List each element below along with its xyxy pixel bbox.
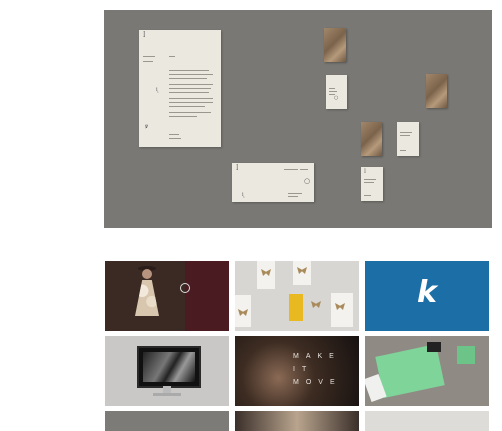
envelope-ring-icon: ○	[304, 177, 311, 185]
green-box	[457, 346, 475, 364]
k-logo-icon: k	[417, 275, 437, 310]
tile-k-logo[interactable]: k	[365, 261, 489, 331]
business-card-back-3	[361, 122, 382, 156]
monitor-icon	[137, 346, 201, 388]
envelope-logo-icon: ꟾ	[236, 165, 239, 172]
butterfly-icon	[311, 301, 321, 308]
envelope: ꟾ ○ ᶖ	[232, 163, 314, 202]
ring-icon	[180, 283, 190, 293]
tile-desktop-monitor[interactable]	[105, 336, 229, 406]
tile-make-it-move[interactable]: MAKE IT MOVE	[235, 336, 359, 406]
tile-partial-3[interactable]	[365, 411, 489, 431]
tile-butterfly-prints[interactable]	[235, 261, 359, 331]
tile-green-stationery[interactable]	[365, 336, 489, 406]
tile-partial-2[interactable]	[235, 411, 359, 431]
tile-portrait-dress[interactable]	[105, 261, 229, 331]
business-card-front-1: ○	[326, 75, 347, 109]
hero-image-stationery[interactable]: ꟾ ᶖ ꝟ ꟾ ○ ᶖ ○ ꟾ	[104, 10, 492, 228]
project-thumbnail-grid: k MAKE IT MOVE	[105, 261, 490, 431]
make-it-move-text: MAKE IT MOVE	[293, 353, 342, 386]
green-letter	[375, 344, 445, 398]
dark-card	[427, 342, 441, 352]
envelope-symbol-icon: ᶖ	[242, 191, 244, 198]
business-card-back-2	[426, 74, 447, 108]
card-logo-icon: ꟾ	[364, 169, 366, 175]
butterfly-dress	[135, 280, 159, 316]
letterhead-footer-icon: ꝟ	[145, 123, 149, 130]
letterhead-symbol-icon: ᶖ	[156, 86, 158, 93]
card-ring-icon: ○	[334, 95, 339, 101]
business-card-front-2	[397, 122, 419, 156]
yellow-card	[289, 294, 303, 321]
business-card-back-1	[324, 28, 346, 62]
tile-partial-1[interactable]	[105, 411, 229, 431]
logo-mark-icon: ꟾ	[143, 32, 146, 39]
letterhead-sheet: ꟾ ᶖ ꝟ	[139, 30, 221, 147]
business-card-front-3: ꟾ	[361, 167, 383, 201]
